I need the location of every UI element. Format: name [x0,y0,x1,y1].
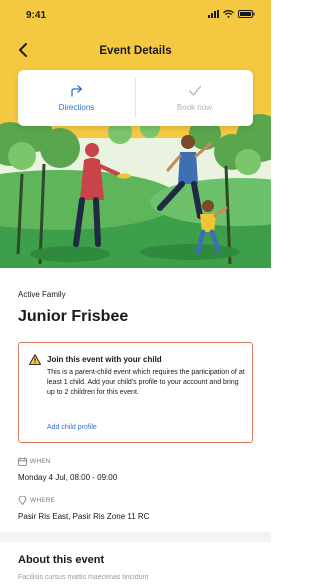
where-label: WHERE [18,496,55,505]
action-card: Directions Book now [18,70,253,126]
directions-label: Directions [58,102,95,112]
status-bar: 9:41 [0,0,271,26]
section-divider [0,532,271,542]
battery-icon [238,10,255,18]
alert-body: This is a parent-child event which requi… [47,369,245,396]
calendar-icon [18,457,27,466]
location-pin-icon [18,496,27,505]
where-value: Pasir Ris East, Pasir Ris Zone 11 RC [18,512,150,521]
book-now-button[interactable]: Book now [136,70,253,126]
status-icons [208,10,255,18]
alert-title: Join this event with your child [47,355,162,364]
directions-icon [70,84,82,97]
where-label-text: WHERE [30,497,56,504]
page-title: Event Details [99,45,172,57]
directions-button[interactable]: Directions [18,70,135,126]
when-label-text: WHEN [30,458,51,465]
about-title: About this event [18,554,105,566]
book-now-label: Book now [176,102,213,112]
event-title: Junior Frisbee [18,308,129,325]
signal-icon [208,10,219,18]
warning-icon [29,354,41,365]
nav-bar: Event Details [0,38,271,62]
status-time: 9:41 [26,10,47,21]
hero-illustration [0,104,271,268]
when-label: WHEN [18,457,51,466]
event-content: Active Family Junior Frisbee Join this e… [0,268,271,588]
checkmark-icon [188,85,201,96]
add-child-profile-link[interactable]: Add child profile [47,424,97,431]
when-value: Monday 4 Jul, 08:00 - 09:00 [18,473,118,482]
about-body: Facilisis cursus mattis maecenas tincidu… [18,574,149,581]
wifi-icon [223,10,234,18]
event-category: Active Family [18,290,66,299]
child-alert: Join this event with your child This is … [18,342,253,443]
